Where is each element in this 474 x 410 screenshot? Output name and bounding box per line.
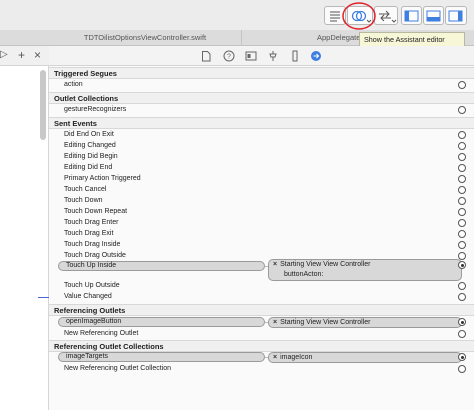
connections-inspector: Triggered Segues action Outlet Collectio… xyxy=(49,66,474,410)
annotation-circle xyxy=(342,2,376,30)
list-item: action xyxy=(49,79,474,90)
connections-inspector-icon[interactable] xyxy=(310,50,322,62)
connection-circle[interactable] xyxy=(458,105,466,114)
connection-circle[interactable] xyxy=(458,218,466,227)
insertion-line xyxy=(38,297,49,298)
back-icon[interactable]: ▷ xyxy=(0,49,8,60)
utilities-toggle-button[interactable] xyxy=(445,6,467,25)
row-label: New Referencing Outlet Collection xyxy=(64,365,171,372)
connection-circle[interactable] xyxy=(458,80,466,89)
connection-target[interactable]: × Starting View View Controller buttonAct… xyxy=(268,259,462,281)
assistant-editor-tooltip: Show the Assistant editor xyxy=(359,32,465,47)
connection-circle[interactable] xyxy=(458,292,466,301)
connected-event-touch-up-inside[interactable]: Touch Up Inside xyxy=(58,261,265,271)
row-label: gestureRecognizers xyxy=(64,106,127,113)
disconnect-icon[interactable]: × xyxy=(273,319,277,326)
list-item: Touch Down xyxy=(49,195,474,206)
connected-outlet-collection[interactable]: imageTargets xyxy=(58,352,265,362)
list-item: Touch Down Repeat xyxy=(49,206,474,217)
connection-circle[interactable] xyxy=(458,281,466,290)
identity-inspector-icon[interactable] xyxy=(245,50,257,62)
section-triggered-segues: Triggered Segues xyxy=(49,67,474,79)
section-referencing-outlet-collections: Referencing Outlet Collections xyxy=(49,340,474,352)
row-label: Touch Down xyxy=(64,197,103,204)
list-item: Touch Drag Inside xyxy=(49,239,474,250)
target-name: Starting View View Controller xyxy=(280,261,371,268)
section-referencing-outlets: Referencing Outlets xyxy=(49,304,474,316)
connection-circle[interactable] xyxy=(458,185,466,194)
navigator-toggle-icon xyxy=(404,10,419,22)
target-name: imageIcon xyxy=(280,354,313,361)
connection-circle[interactable] xyxy=(458,196,466,205)
connection-circle[interactable] xyxy=(458,141,466,150)
tab-options-controller[interactable]: TDTOilistOptionsViewController.swift xyxy=(49,30,242,46)
quick-help-icon[interactable]: ? xyxy=(223,50,235,62)
row-label: Touch Drag Exit xyxy=(64,230,114,237)
row-label: action xyxy=(64,81,83,88)
connection-circle-filled[interactable] xyxy=(458,318,466,326)
connection-circle-filled[interactable] xyxy=(458,353,466,361)
list-item: Editing Did Begin xyxy=(49,151,474,162)
connection-circle[interactable] xyxy=(458,251,466,260)
row-label: Value Changed xyxy=(64,293,112,300)
connection-target[interactable]: × imageIcon xyxy=(268,352,462,363)
list-item: Editing Did End xyxy=(49,162,474,173)
row-label: Editing Changed xyxy=(64,142,116,149)
target-action: buttonActon: xyxy=(284,271,324,278)
attributes-inspector-icon[interactable] xyxy=(267,50,279,62)
navigator-toggle-button[interactable] xyxy=(401,6,422,25)
row-label: Touch Drag Enter xyxy=(64,219,119,226)
row-label: Editing Did End xyxy=(64,164,113,171)
list-item: Touch Drag Enter xyxy=(49,217,474,228)
connection-circle[interactable] xyxy=(458,152,466,161)
list-item: Touch Drag Exit xyxy=(49,228,474,239)
svg-text:?: ? xyxy=(227,54,231,61)
list-item: Did End On Exit xyxy=(49,129,474,140)
close-icon[interactable]: × xyxy=(34,48,41,62)
connection-circle[interactable] xyxy=(458,130,466,139)
row-label: Primary Action Triggered xyxy=(64,175,141,182)
list-item: Editing Changed xyxy=(49,140,474,151)
list-item: Value Changed xyxy=(49,291,474,302)
add-icon[interactable]: + xyxy=(18,48,25,62)
target-name: Starting View View Controller xyxy=(280,319,371,326)
inspector-selector-bar: ? xyxy=(49,46,474,66)
connection-circle[interactable] xyxy=(458,207,466,216)
row-label: Touch Down Repeat xyxy=(64,208,128,215)
left-scrollbar[interactable] xyxy=(40,70,46,140)
debug-area-toggle-icon xyxy=(426,10,441,22)
connection-circle[interactable] xyxy=(458,174,466,183)
row-label: Touch Drag Inside xyxy=(64,241,121,248)
connected-outlet[interactable]: openImageButton xyxy=(58,317,265,327)
utilities-toggle-icon xyxy=(448,10,463,22)
connection-circle[interactable] xyxy=(458,229,466,238)
connection-circle[interactable] xyxy=(458,240,466,249)
connection-circle[interactable] xyxy=(458,163,466,172)
connection-circle[interactable] xyxy=(458,329,466,338)
row-label: Did End On Exit xyxy=(64,131,114,138)
list-item: Touch Up Outside xyxy=(49,280,474,291)
section-outlet-collections: Outlet Collections xyxy=(49,92,474,104)
list-item: gestureRecognizers xyxy=(49,104,474,115)
connection-circle-filled[interactable] xyxy=(458,261,466,269)
row-label: New Referencing Outlet xyxy=(64,330,139,337)
row-label: Touch Up Outside xyxy=(64,282,120,289)
list-item: New Referencing Outlet Collection xyxy=(49,363,474,374)
section-sent-events: Sent Events xyxy=(49,117,474,129)
list-item: Primary Action Triggered xyxy=(49,173,474,184)
list-item: Touch Cancel xyxy=(49,184,474,195)
left-strip-header: ▷ + × xyxy=(0,46,49,66)
disconnect-icon[interactable]: × xyxy=(273,354,277,361)
size-inspector-icon[interactable] xyxy=(289,50,301,62)
connection-target[interactable]: × Starting View View Controller xyxy=(268,317,462,328)
row-label: Touch Drag Outside xyxy=(64,252,126,259)
version-editor-icon xyxy=(379,10,397,23)
disconnect-icon[interactable]: × xyxy=(273,261,277,268)
file-inspector-icon[interactable] xyxy=(201,50,211,62)
row-label: Editing Did Begin xyxy=(64,153,118,160)
list-item: New Referencing Outlet xyxy=(49,328,474,339)
debug-area-toggle-button[interactable] xyxy=(423,6,444,25)
row-label: Touch Cancel xyxy=(64,186,107,193)
connection-circle[interactable] xyxy=(458,364,466,373)
